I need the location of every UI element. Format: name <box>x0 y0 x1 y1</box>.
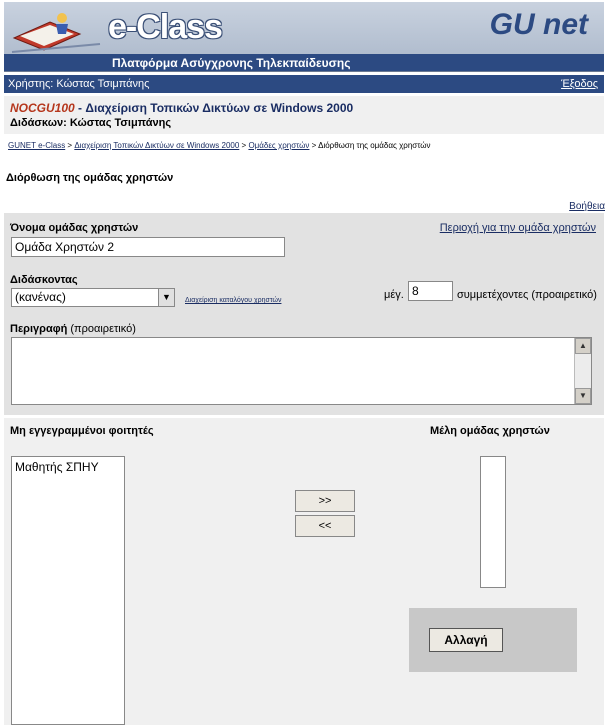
course-header: NOCGU100 - Διαχείριση Τοπικών Δικτύων σε… <box>4 96 604 134</box>
help-link[interactable]: Βοήθεια <box>569 201 605 212</box>
page-title: Διόρθωση της ομάδας χρηστών <box>6 172 174 184</box>
course-title: NOCGU100 - Διαχείριση Τοπικών Δικτύων σε… <box>10 101 598 115</box>
manage-tutors-link[interactable]: Διαχείριση καταλόγου χρηστών <box>185 297 281 304</box>
flying-book-logo-icon <box>11 13 101 53</box>
user-bar: Χρήστης: Κώστας Τσιμπάνης Έξοδος <box>4 75 604 93</box>
submit-button[interactable]: Αλλαγή <box>429 628 503 652</box>
submit-panel: Αλλαγή <box>409 608 577 672</box>
group-members-label: Μέλη ομάδας χρηστών <box>430 425 550 437</box>
breadcrumb-separator: > <box>65 141 75 150</box>
breadcrumb-course[interactable]: Διαχείριση Τοπικών Δικτύων σε Windows 20… <box>74 141 239 150</box>
group-edit-form: Όνομα ομάδας χρηστών Ομάδα Χρηστών 2 Περ… <box>4 213 604 415</box>
group-name-input[interactable]: Ομάδα Χρηστών 2 <box>11 237 285 257</box>
group-name-label: Όνομα ομάδας χρηστών <box>10 222 139 234</box>
logout-link[interactable]: Έξοδος <box>561 75 598 93</box>
remove-member-button[interactable]: << <box>295 515 355 537</box>
description-label-text: Περιγραφή <box>10 323 68 335</box>
course-name: Διαχείριση Τοπικών Δικτύων σε Windows 20… <box>85 101 354 115</box>
description-textarea[interactable]: ▲ ▼ <box>11 337 592 405</box>
scroll-down-icon[interactable]: ▼ <box>575 388 591 404</box>
breadcrumb-home[interactable]: GUNET e-Class <box>8 141 65 150</box>
course-code: NOCGU100 <box>10 101 75 115</box>
add-member-button[interactable]: >> <box>295 490 355 512</box>
breadcrumb-separator: > <box>309 141 319 150</box>
tutor-label: Διδάσκοντας <box>10 274 78 286</box>
list-item[interactable]: Μαθητής ΣΠΗΥ <box>15 460 121 474</box>
breadcrumb-groups[interactable]: Ομάδες χρηστών <box>248 141 309 150</box>
group-members-list[interactable] <box>480 456 506 588</box>
scroll-up-icon[interactable]: ▲ <box>575 338 591 354</box>
tutor-select[interactable]: (κανένας) ▼ <box>11 288 175 307</box>
breadcrumb: GUNET e-Class > Διαχείριση Τοπικών Δικτύ… <box>8 141 431 150</box>
description-optional-note: (προαιρετικό) <box>70 323 136 335</box>
group-area-link[interactable]: Περιοχή για την ομάδα χρηστών <box>440 222 596 234</box>
members-section: Μη εγγεγραμμένοι φοιτητές Μαθητής ΣΠΗΥ >… <box>4 418 604 725</box>
unregistered-students-list[interactable]: Μαθητής ΣΠΗΥ <box>11 456 125 725</box>
description-scrollbar[interactable]: ▲ ▼ <box>574 338 591 404</box>
max-members-label: μέγ. <box>384 289 404 301</box>
platform-subtitle: Πλατφόρμα Ασύγχρονης Τηλεκπαίδευσης <box>112 56 351 70</box>
course-separator: - <box>74 101 86 115</box>
tutor-selected-value: (κανένας) <box>15 290 66 304</box>
current-user-label: Χρήστης: Κώστας Τσιμπάνης <box>8 78 150 90</box>
unregistered-students-label: Μη εγγεγραμμένοι φοιτητές <box>10 425 154 437</box>
description-label: Περιγραφή (προαιρετικό) <box>10 323 136 335</box>
course-teacher: Διδάσκων: Κώστας Τσιμπάνης <box>10 117 172 129</box>
chevron-down-icon[interactable]: ▼ <box>158 289 174 306</box>
eclass-logo: e-Class <box>108 8 223 46</box>
max-members-input[interactable]: 8 <box>408 281 453 301</box>
header-banner: e-Class GU net Πλατφόρμα Ασύγχρονης Τηλε… <box>4 2 604 72</box>
breadcrumb-current: Διόρθωση της ομάδας χρηστών <box>318 141 431 150</box>
gunet-logo: GU net <box>489 8 588 41</box>
max-members-suffix: συμμετέχοντες (προαιρετικό) <box>457 289 597 301</box>
